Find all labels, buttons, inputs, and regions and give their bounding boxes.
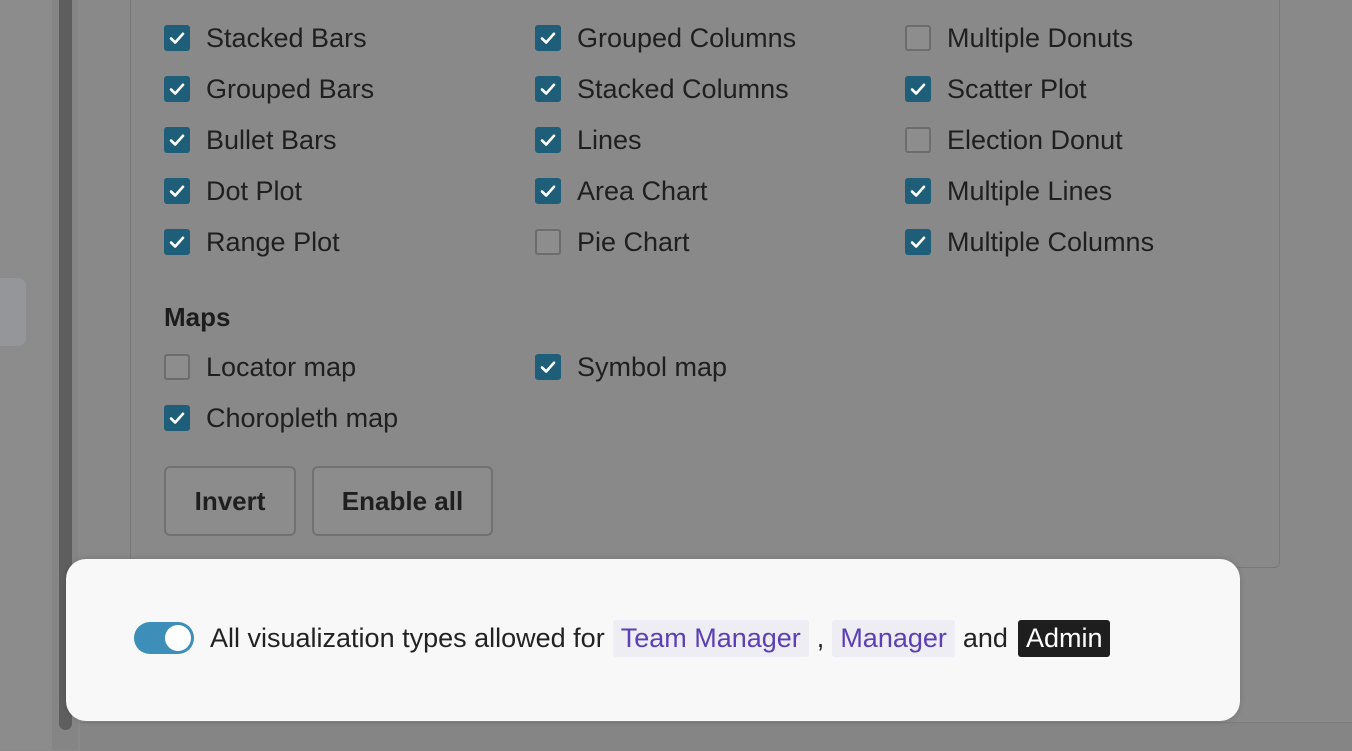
checkbox-row-multiple-columns[interactable]: Multiple Columns bbox=[905, 227, 1154, 257]
checkbox[interactable] bbox=[164, 127, 190, 153]
checkbox-row-bullet-bars[interactable]: Bullet Bars bbox=[164, 125, 337, 155]
checkbox-row-multiple-lines[interactable]: Multiple Lines bbox=[905, 176, 1112, 206]
checkbox-row-stacked-columns[interactable]: Stacked Columns bbox=[535, 74, 789, 104]
checkbox-label: Election Donut bbox=[947, 124, 1123, 155]
toggle-knob bbox=[165, 625, 191, 651]
checkbox-row-multiple-donuts[interactable]: Multiple Donuts bbox=[905, 23, 1133, 53]
checkbox[interactable] bbox=[164, 76, 190, 102]
checkbox[interactable] bbox=[905, 76, 931, 102]
checkbox-label: Locator map bbox=[206, 351, 357, 382]
check-icon bbox=[540, 134, 556, 146]
checkbox-row-choropleth-map[interactable]: Choropleth map bbox=[164, 403, 398, 433]
checkbox-row-lines[interactable]: Lines bbox=[535, 125, 642, 155]
checkbox-label: Multiple Columns bbox=[947, 226, 1155, 257]
checkbox[interactable] bbox=[164, 354, 190, 380]
checkbox-label: Multiple Donuts bbox=[947, 22, 1134, 53]
checkbox[interactable] bbox=[535, 76, 561, 102]
check-icon bbox=[910, 185, 926, 197]
checkbox-row-range-plot[interactable]: Range Plot bbox=[164, 227, 340, 257]
checkbox-label: Stacked Columns bbox=[577, 73, 789, 104]
checkbox-label: Lines bbox=[577, 124, 642, 155]
enable-all-button[interactable]: Enable all bbox=[312, 466, 493, 536]
check-icon bbox=[540, 83, 556, 95]
checkbox[interactable] bbox=[535, 178, 561, 204]
checkbox-label: Scatter Plot bbox=[947, 73, 1087, 104]
checkbox[interactable] bbox=[905, 178, 931, 204]
check-icon bbox=[169, 32, 185, 44]
checkbox-label: Pie Chart bbox=[577, 226, 690, 257]
comma-separator: , bbox=[816, 622, 825, 653]
left-sidebar bbox=[0, 0, 52, 750]
sidebar-active-indicator bbox=[0, 278, 26, 346]
checkbox-row-grouped-bars[interactable]: Grouped Bars bbox=[164, 74, 374, 104]
checkbox[interactable] bbox=[164, 178, 190, 204]
checkbox[interactable] bbox=[535, 127, 561, 153]
checkbox[interactable] bbox=[905, 229, 931, 255]
checkbox-label: Range Plot bbox=[206, 226, 340, 257]
checkbox-row-dot-plot[interactable]: Dot Plot bbox=[164, 176, 302, 206]
checkbox[interactable] bbox=[164, 405, 190, 431]
role-tag-team-manager: Team Manager bbox=[612, 619, 809, 657]
role-tag-manager: Manager bbox=[832, 619, 955, 657]
check-icon bbox=[169, 412, 185, 424]
permission-sentence: All visualization types allowed for Team… bbox=[210, 618, 1111, 658]
checkbox[interactable] bbox=[535, 354, 561, 380]
check-icon bbox=[169, 83, 185, 95]
checkbox-label: Area Chart bbox=[577, 175, 708, 206]
checkbox[interactable] bbox=[535, 229, 561, 255]
and-text: and bbox=[962, 622, 1008, 653]
checkbox-label: Symbol map bbox=[577, 351, 728, 382]
checkbox-label: Grouped Columns bbox=[577, 22, 797, 53]
checkbox-row-stacked-bars[interactable]: Stacked Bars bbox=[164, 23, 367, 53]
checkbox[interactable] bbox=[535, 25, 561, 51]
checkbox-label: Choropleth map bbox=[206, 402, 399, 433]
checkbox[interactable] bbox=[164, 229, 190, 255]
check-icon bbox=[169, 185, 185, 197]
checkbox-label: Dot Plot bbox=[206, 175, 303, 206]
invert-button[interactable]: Invert bbox=[164, 466, 296, 536]
bottom-bar bbox=[80, 722, 1352, 751]
checkbox[interactable] bbox=[164, 25, 190, 51]
checkbox-row-area-chart[interactable]: Area Chart bbox=[535, 176, 708, 206]
allow-all-toggle[interactable] bbox=[134, 622, 194, 654]
check-icon bbox=[169, 236, 185, 248]
role-tag-admin: Admin bbox=[1017, 619, 1111, 657]
permission-text: All visualization types allowed for bbox=[210, 622, 605, 653]
check-icon bbox=[169, 134, 185, 146]
checkbox-row-locator-map[interactable]: Locator map bbox=[164, 352, 356, 382]
checkbox-row-election-donut[interactable]: Election Donut bbox=[905, 125, 1123, 155]
checkbox-row-pie-chart[interactable]: Pie Chart bbox=[535, 227, 690, 257]
checkbox[interactable] bbox=[905, 25, 931, 51]
checkbox-label: Stacked Bars bbox=[206, 22, 367, 53]
maps-section-title: Maps bbox=[164, 302, 231, 332]
checkbox-row-scatter-plot[interactable]: Scatter Plot bbox=[905, 74, 1087, 104]
check-icon bbox=[540, 185, 556, 197]
check-icon bbox=[540, 32, 556, 44]
checkbox-row-grouped-columns[interactable]: Grouped Columns bbox=[535, 23, 796, 53]
check-icon bbox=[540, 361, 556, 373]
checkbox-label: Grouped Bars bbox=[206, 73, 375, 104]
checkbox[interactable] bbox=[905, 127, 931, 153]
checkbox-label: Bullet Bars bbox=[206, 124, 337, 155]
check-icon bbox=[910, 83, 926, 95]
checkbox-label: Multiple Lines bbox=[947, 175, 1113, 206]
check-icon bbox=[910, 236, 926, 248]
checkbox-row-symbol-map[interactable]: Symbol map bbox=[535, 352, 727, 382]
